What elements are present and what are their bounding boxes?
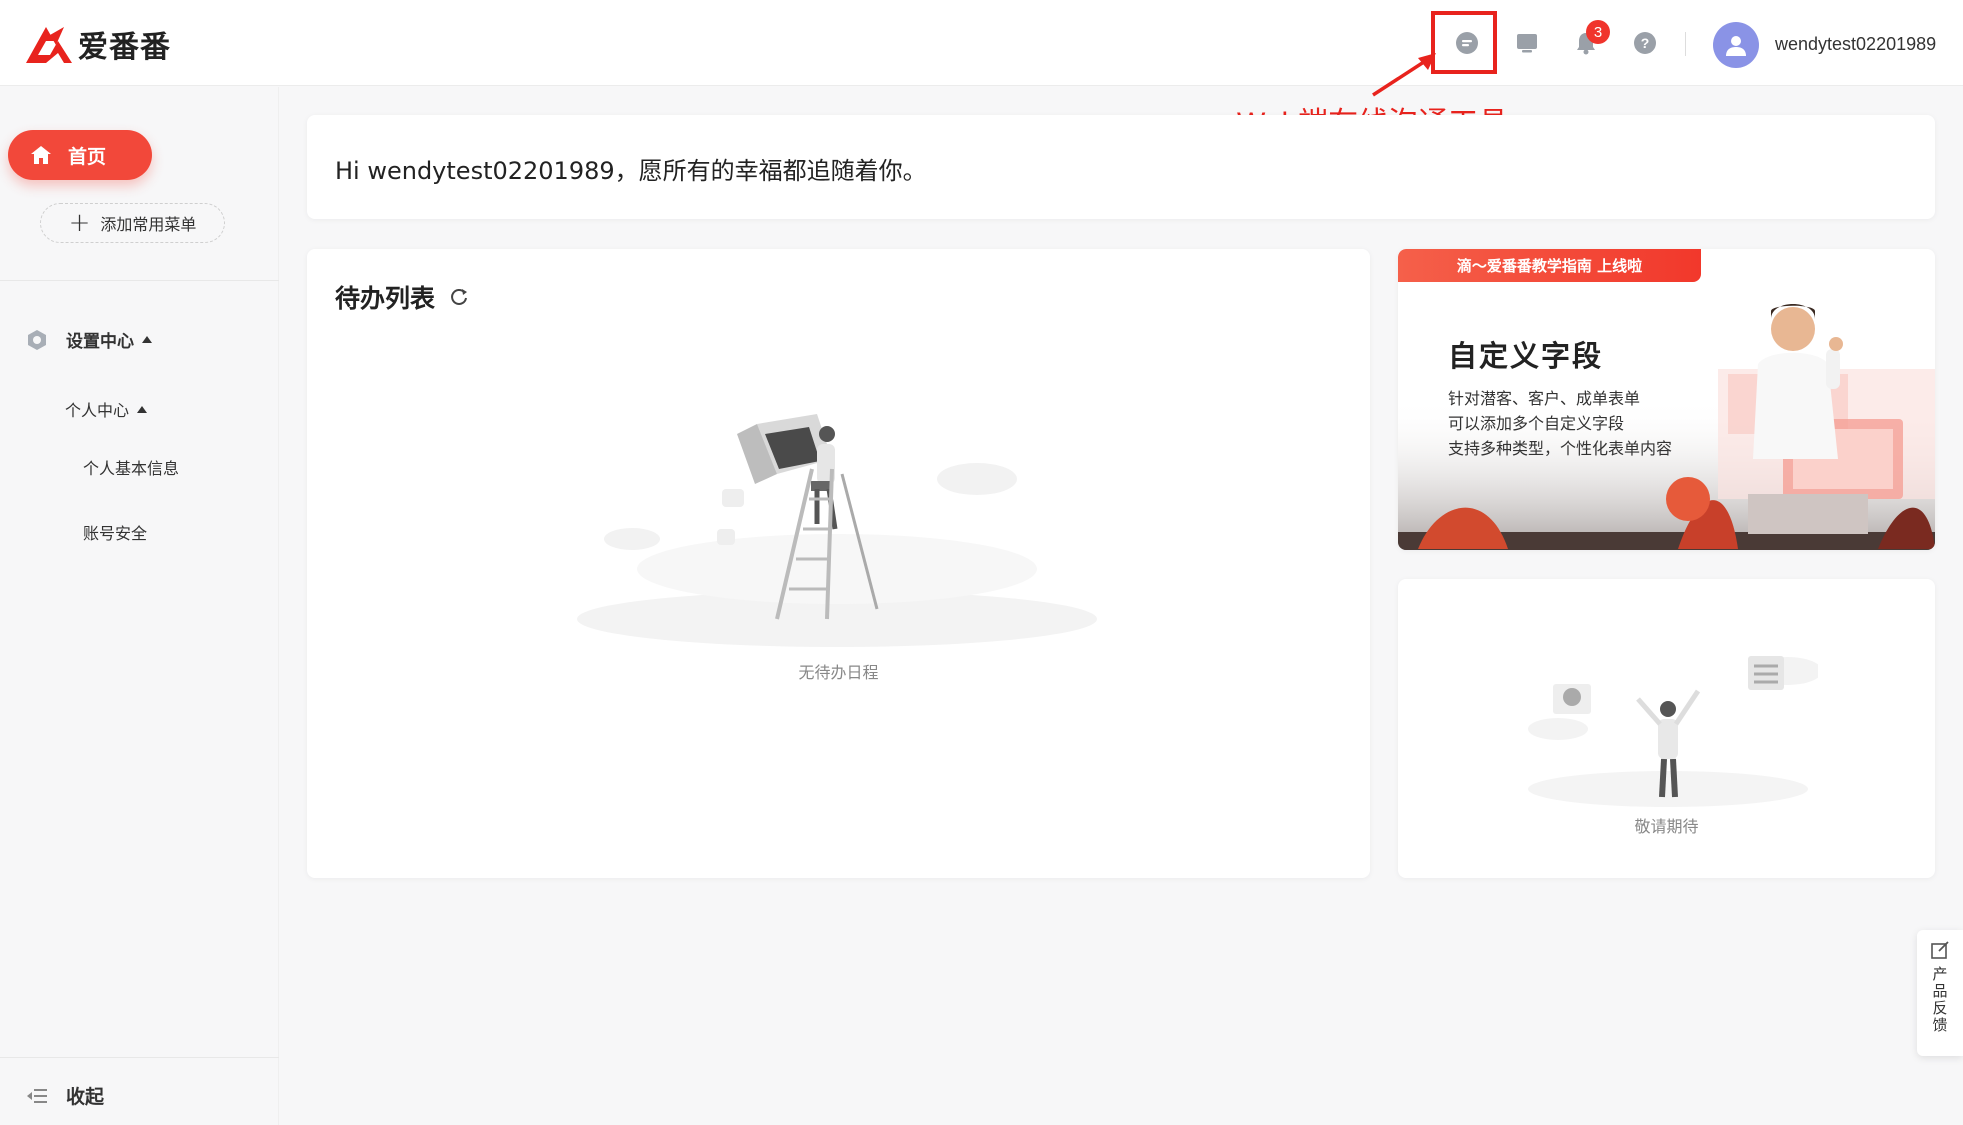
account-security-label: 账号安全 (83, 524, 148, 543)
todo-empty-text: 无待办日程 (798, 663, 879, 682)
sidebar-item-home[interactable]: 首页 (8, 130, 152, 180)
coming-soon-illustration (1528, 656, 1818, 807)
greeting-card: Hi wendytest02201989，愿所有的幸福都追随着你。 (307, 115, 1935, 219)
banner-line-2: 可以添加多个自定义字段 (1448, 414, 1625, 433)
todo-title-text: 待办列表 (335, 284, 436, 313)
monitor-icon[interactable] (1512, 28, 1542, 58)
todo-list-card: 待办列表 无待办日程 (307, 249, 1370, 878)
collapse-icon (27, 1088, 47, 1103)
product-feedback-label: 产品反馈 (1930, 966, 1949, 1034)
settings-hexagon-icon (28, 329, 46, 350)
svg-text:?: ? (1641, 35, 1650, 51)
chat-icon[interactable] (1452, 28, 1482, 58)
logo-mark-icon (26, 27, 72, 63)
notification-badge: 3 (1586, 20, 1610, 44)
sidebar-item-settings-center[interactable]: 设置中心 (26, 327, 152, 352)
add-common-menu-button[interactable]: + 添加常用菜单 (40, 203, 225, 243)
logo[interactable]: 爱番番 (24, 22, 171, 66)
empty-todo-illustration (577, 414, 1097, 647)
sidebar-item-home-label: 首页 (68, 145, 107, 168)
top-header: 爱番番 3 ? wendytest02201989 (0, 0, 1963, 86)
sidebar-divider (0, 280, 279, 281)
tutorial-banner-card[interactable]: 滴～爱番番教学指南 上线啦 自定义字段 针对潜客、客户、成单表单 可以添加多个自… (1398, 249, 1935, 550)
username[interactable]: wendytest02201989 (1775, 34, 1936, 55)
basic-info-label: 个人基本信息 (83, 459, 180, 478)
greeting-text: Hi wendytest02201989，愿所有的幸福都追随着你。 (335, 157, 927, 185)
refresh-icon[interactable] (449, 287, 469, 307)
caret-up-icon (142, 336, 152, 343)
sidebar-divider (0, 1057, 279, 1058)
edit-icon (1931, 941, 1949, 959)
settings-center-label: 设置中心 (66, 332, 134, 352)
logo-text: 爱番番 (78, 30, 171, 65)
sidebar-item-personal-center[interactable]: 个人中心 (65, 397, 148, 421)
caret-up-icon (137, 405, 148, 413)
coming-soon-text: 敬请期待 (1634, 817, 1699, 836)
banner-title: 自定义字段 (1448, 339, 1604, 373)
sidebar: 首页 + 添加常用菜单 设置中心 个人中心 个人基本信息 账号安全 收起 (0, 87, 279, 1125)
annotation-arrow (1372, 53, 1436, 97)
banner-line-3: 支持多种类型，个性化表单内容 (1448, 439, 1673, 458)
sidebar-item-account-security[interactable]: 账号安全 (83, 520, 147, 544)
plus-icon: + (68, 208, 91, 238)
help-icon[interactable]: ? (1630, 28, 1660, 58)
collapse-label: 收起 (66, 1086, 105, 1108)
home-icon (31, 146, 51, 164)
banner-tag: 滴～爱番番教学指南 上线啦 (1398, 249, 1701, 282)
product-feedback-tab[interactable]: 产品反馈 (1917, 930, 1963, 1056)
header-separator (1685, 32, 1686, 56)
coming-soon-card: 敬请期待 (1398, 579, 1935, 878)
banner-line-1: 针对潜客、客户、成单表单 (1448, 389, 1641, 408)
user-avatar-icon[interactable] (1713, 22, 1759, 68)
add-common-menu-label: 添加常用菜单 (100, 215, 197, 234)
sidebar-item-basic-info[interactable]: 个人基本信息 (83, 455, 179, 479)
todo-list-title: 待办列表 (335, 279, 469, 315)
personal-center-label: 个人中心 (65, 401, 130, 420)
collapse-sidebar-button[interactable]: 收起 (26, 1082, 104, 1109)
